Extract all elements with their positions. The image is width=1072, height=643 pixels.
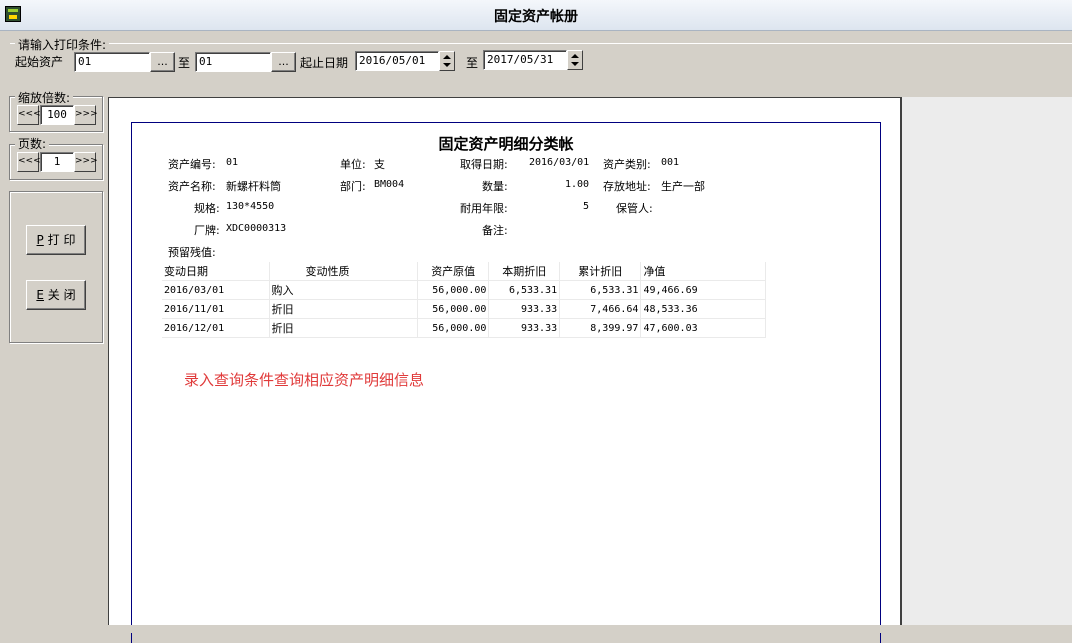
cell-net: 48,533.36 (640, 299, 766, 319)
page-prev-button[interactable]: <<< (17, 152, 41, 172)
acq-date-label: 取得日期: (460, 158, 508, 171)
table-row: 2016/11/01 折旧 56,000.00 933.33 7,466.64 … (162, 299, 766, 319)
cell-period-dep: 6,533.31 (488, 280, 561, 300)
cell-original: 56,000.00 (417, 318, 490, 338)
cell-date: 2016/12/01 (162, 318, 270, 338)
spec-label: 规格: (194, 202, 220, 215)
date-end-spinner[interactable] (567, 50, 583, 70)
asset-name-value: 新螺杆料筒 (226, 180, 281, 193)
cell-original: 56,000.00 (417, 299, 490, 319)
cell-accum-dep: 7,466.64 (559, 299, 642, 319)
cell-date: 2016/03/01 (162, 280, 270, 300)
cell-net: 47,600.03 (640, 318, 766, 338)
date-range-label: 起止日期 (300, 56, 349, 70)
cell-type: 折旧 (269, 299, 418, 319)
col-original-value: 资产原值 (417, 262, 490, 281)
cell-period-dep: 933.33 (488, 318, 561, 338)
print-shortcut-key: P (36, 233, 44, 247)
unit-label: 单位: (340, 158, 366, 171)
close-button[interactable]: E 关 闭 (26, 280, 86, 310)
table-row: 2016/12/01 折旧 56,000.00 933.33 8,399.97 … (162, 318, 766, 338)
action-group (9, 191, 103, 343)
cell-type: 折旧 (269, 318, 418, 338)
window-title: 固定资产帐册 (494, 9, 578, 25)
asset-start-browse-button[interactable]: ... (150, 52, 175, 72)
col-accum-depreciation: 累计折旧 (559, 262, 642, 281)
col-change-type: 变动性质 (269, 262, 418, 281)
print-button[interactable]: P 打 印 (26, 225, 86, 255)
zoom-out-button[interactable]: <<< (17, 105, 41, 125)
asset-range-to-label: 至 (178, 56, 191, 70)
remark-label: 备注: (482, 224, 508, 237)
page-next-button[interactable]: >>> (74, 152, 98, 172)
cell-type: 购入 (269, 280, 418, 300)
preview-background (902, 97, 1072, 633)
col-change-date: 变动日期 (162, 262, 270, 281)
qty-label: 数量: (482, 180, 508, 193)
col-period-depreciation: 本期折旧 (488, 262, 561, 281)
report-page: 固定资产明细分类帐 资产编号: 01 单位: 支 取得日期: 2016/03/0… (131, 122, 881, 643)
page-input[interactable]: 1 (40, 152, 74, 172)
asset-no-value: 01 (226, 157, 239, 168)
cell-accum-dep: 6,533.31 (559, 280, 642, 300)
table-header-row: 变动日期 变动性质 资产原值 本期折旧 累计折旧 净值 (162, 262, 766, 281)
print-button-label: 打 印 (47, 233, 76, 247)
date-start-input[interactable]: 2016/05/01 (355, 51, 439, 71)
table-row: 2016/03/01 购入 56,000.00 6,533.31 6,533.3… (162, 280, 766, 300)
cell-accum-dep: 8,399.97 (559, 318, 642, 338)
location-value: 生产一部 (661, 180, 705, 193)
spec-value: 130*4550 (226, 201, 275, 212)
acq-date-value: 2016/03/01 (529, 157, 590, 168)
conditions-legend: 请输入打印条件: (15, 36, 110, 53)
asset-end-input[interactable]: 01 (195, 52, 271, 72)
life-label: 耐用年限: (460, 202, 508, 215)
cell-period-dep: 933.33 (488, 299, 561, 319)
asset-end-browse-button[interactable]: ... (271, 52, 296, 72)
zoom-label: 缩放倍数: (15, 89, 74, 106)
qty-value: 1.00 (565, 179, 590, 190)
zoom-in-button[interactable]: >>> (74, 105, 98, 125)
asset-name-label: 资产名称: (168, 180, 216, 193)
life-value: 5 (583, 201, 590, 212)
report-title: 固定资产明细分类帐 (438, 135, 574, 153)
date-end-input[interactable]: 2017/05/31 (483, 50, 567, 70)
location-label: 存放地址: (603, 180, 651, 193)
keeper-label: 保管人: (616, 202, 653, 215)
dept-label: 部门: (340, 180, 366, 193)
close-button-label: 关 闭 (47, 288, 76, 302)
close-shortcut-key: E (36, 288, 44, 302)
date-start-spinner[interactable] (439, 51, 455, 71)
brand-label: 厂牌: (194, 224, 220, 237)
page-label: 页数: (15, 135, 50, 152)
title-bar: 固定资产帐册 (0, 0, 1072, 31)
bottom-edge (0, 625, 1072, 633)
left-control-panel: 缩放倍数: <<< 100 >>> 页数: <<< 1 >>> P 打 印 E … (0, 82, 108, 633)
category-value: 001 (661, 157, 680, 168)
col-net-value: 净值 (640, 262, 766, 281)
report-preview[interactable]: 固定资产明细分类帐 资产编号: 01 单位: 支 取得日期: 2016/03/0… (108, 97, 902, 643)
asset-no-label: 资产编号: (168, 158, 216, 171)
category-label: 资产类别: (603, 158, 651, 171)
detail-table: 变动日期 变动性质 资产原值 本期折旧 累计折旧 净值 2016/03/01 购… (162, 262, 766, 338)
dept-value: BM004 (374, 179, 405, 190)
date-range-to-label: 至 (466, 56, 479, 70)
asset-start-label: 起始资产 (15, 55, 64, 69)
zoom-input[interactable]: 100 (40, 105, 74, 125)
cell-net: 49,466.69 (640, 280, 766, 300)
brand-value: XDC0000313 (226, 223, 287, 234)
asset-start-input[interactable]: 01 (74, 52, 150, 72)
cell-date: 2016/11/01 (162, 299, 270, 319)
cell-original: 56,000.00 (417, 280, 490, 300)
query-hint-text: 录入查询条件查询相应资产明细信息 (184, 371, 425, 389)
residual-label: 预留残值: (168, 246, 216, 259)
unit-value: 支 (374, 158, 385, 171)
